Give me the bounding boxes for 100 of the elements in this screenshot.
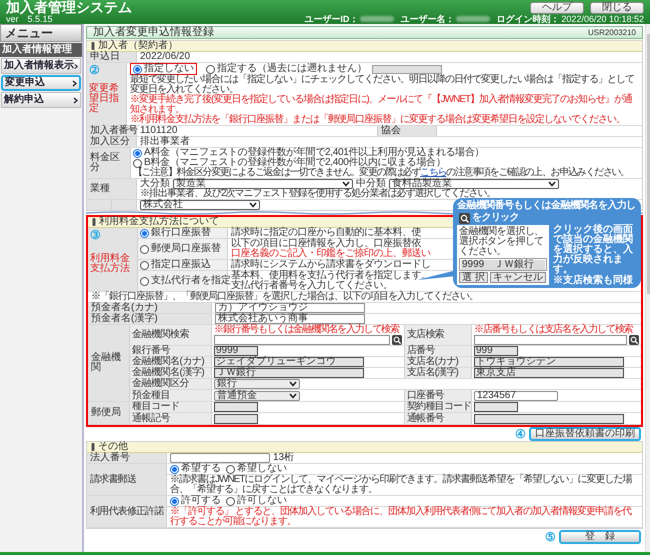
- field-label: 郵便局: [88, 402, 130, 424]
- radio-label: 指定しない: [144, 64, 194, 74]
- dropdown[interactable]: 普通預金: [214, 390, 300, 400]
- search-icon[interactable]: [392, 335, 402, 345]
- field-label: 利用代表修正許諾: [87, 496, 167, 527]
- user-name-label: ユーザー名：: [400, 14, 454, 24]
- radio-button[interactable]: [133, 148, 142, 158]
- radio-button[interactable]: [140, 260, 149, 270]
- radio-label: A料金（マニフェストの登録件数が年間で2,401件以上利用が見込まれる場合）: [144, 148, 484, 158]
- section-title: 利用料金支払方法について: [99, 217, 219, 227]
- section-title: その他: [98, 442, 128, 452]
- menu-item[interactable]: 加入者情報表示: [1, 58, 81, 74]
- note-text: ※「許可する」 とすると、団体加入している場合に、団体加入利用代表者側にて加入者の加入者情報変更申請を代行することが可能になります。: [169, 507, 632, 527]
- input-field[interactable]: 1234567: [474, 390, 558, 400]
- field-label: 種目コード: [130, 402, 212, 412]
- field-label: 法人番号: [87, 453, 167, 463]
- menu-item[interactable]: 変更申込: [1, 75, 81, 91]
- pin-icon: [92, 218, 96, 226]
- field-label: 加入者番号: [87, 126, 137, 136]
- dropdown[interactable]: 食料品製造業: [389, 179, 559, 189]
- note-text: ※請求書はJWNETにログインして、マイページから印刷できます。請求書郵送希望を「希望しない」に変更した場合、「希望する」に戻すことはできなくなります。: [169, 475, 633, 495]
- radio-button[interactable]: [140, 276, 149, 286]
- scrollbar[interactable]: [645, 24, 650, 552]
- field-label: 請求書郵送: [87, 464, 167, 495]
- field-label: 口座番号: [404, 390, 472, 401]
- field-label: 利用料金支払方法: [90, 254, 131, 274]
- blurred-text: [360, 16, 394, 22]
- screen-code: USR2003210: [588, 28, 636, 38]
- input-field: 東京支店: [474, 368, 624, 378]
- radio-button[interactable]: [226, 496, 235, 506]
- radio-button[interactable]: [170, 496, 179, 506]
- field-label: 預金種目: [130, 390, 212, 401]
- section-title: 加入者（契約者）: [98, 41, 178, 51]
- input-field[interactable]: [474, 335, 627, 345]
- input-field[interactable]: カ）アイウショウジ: [215, 303, 365, 313]
- step-number: ⑤: [545, 531, 556, 543]
- hint-text: ※銀行番号もしくは金融機関名を入力して検索: [214, 325, 399, 335]
- radio-button[interactable]: [170, 464, 179, 474]
- radio-button[interactable]: [133, 64, 142, 74]
- print-button[interactable]: 口座振替依頼書の印刷: [530, 428, 640, 440]
- input-field[interactable]: [170, 453, 270, 463]
- chevron-icon: [74, 62, 78, 70]
- callout-title: 金融機関番号もしくは金融機関名を入力し: [457, 200, 636, 212]
- dropdown[interactable]: 製造業: [173, 179, 353, 189]
- pin-icon: [91, 42, 95, 50]
- dropdown[interactable]: 銀行: [214, 379, 300, 389]
- field-label: 支店名(カナ): [404, 357, 472, 367]
- field-label: 変更希望日指定: [89, 84, 120, 114]
- select-button[interactable]: 選 択: [459, 272, 488, 283]
- chevron-icon: [72, 80, 77, 86]
- search-icon[interactable]: [629, 335, 639, 345]
- field-label: 預金者名(カナ): [88, 303, 212, 313]
- field-label: 金融機関: [88, 325, 130, 401]
- radio-button[interactable]: [226, 464, 235, 474]
- app-title: 加入者管理システム: [6, 0, 132, 14]
- menu-item[interactable]: 解約申込: [1, 92, 81, 108]
- radio-button[interactable]: [140, 244, 149, 254]
- list-item[interactable]: 9999 ＪＷ銀行: [461, 260, 545, 270]
- callout-title: をクリック: [472, 212, 520, 224]
- note-text: ※変更手続き完了後(変更日を指定している場合は指定日に)、メールにて『【JWNET】加入者情報変更完了のお知らせ』が通知されます。: [130, 95, 634, 115]
- input-field: ＪＷ銀行: [214, 368, 364, 378]
- step-number: ④: [515, 428, 526, 440]
- date-field[interactable]: [372, 64, 442, 74]
- field-label: 支店名(漢字): [404, 368, 472, 378]
- cancel-button[interactable]: キャンセル: [490, 272, 546, 283]
- close-button[interactable]: 閉じる: [590, 2, 644, 14]
- pin-icon: [91, 443, 95, 451]
- radio-button[interactable]: [140, 228, 149, 238]
- caret-icon: [548, 181, 556, 187]
- chevron-icon: [73, 96, 78, 104]
- radio-label: 希望する: [181, 464, 221, 474]
- description-text: 支払代行者番号を入力してください。: [231, 281, 392, 291]
- input-field[interactable]: [214, 335, 390, 345]
- field-label: 金融機関検索: [130, 325, 212, 345]
- field-value: 排出事業者: [140, 137, 190, 147]
- radio-label: 郵便局口座振替: [151, 244, 221, 254]
- input-field[interactable]: 株式会社あいう商事: [215, 314, 365, 324]
- radio-button[interactable]: [206, 64, 215, 74]
- field-label: 業種: [87, 179, 137, 199]
- field-label: 加入区分: [87, 137, 137, 147]
- radio-label: 指定する（過去には遡れません）: [217, 64, 367, 74]
- login-time-label: ログイン時刻：: [496, 14, 560, 24]
- dialog-prompt: 金融機関を選択し、選択ボタンを押してください。: [459, 227, 545, 257]
- menu-group-heading: 加入者情報管理: [0, 43, 82, 57]
- field-value: 2022/06/20: [140, 52, 190, 62]
- submit-button[interactable]: 登 録: [560, 531, 640, 543]
- radio-label: B料金（マニフェストの登録件数が年間で2,400件以内に収まる場合）: [144, 158, 446, 168]
- radio-label: 指定口座振込: [151, 260, 211, 270]
- callout-text: クリック後の画面で該当の金融機関を選択すると、入力が反映されます。: [553, 225, 634, 275]
- dropdown[interactable]: 株式会社: [140, 200, 260, 210]
- field-label: 支店検索: [404, 325, 472, 345]
- scrollbar-thumb[interactable]: [646, 34, 650, 294]
- description-text: 以下の項目に口座情報を入力し、口座振替依: [231, 239, 421, 249]
- link[interactable]: こちら: [420, 167, 446, 178]
- help-button[interactable]: ヘルプ: [530, 2, 584, 14]
- radio-label: 支払代行者を指定: [151, 276, 231, 286]
- field-value: 1101120: [140, 126, 178, 136]
- radio-button[interactable]: [133, 158, 142, 168]
- field-label: 銀行番号: [130, 346, 212, 356]
- radio-label: 銀行口座振替: [151, 228, 211, 238]
